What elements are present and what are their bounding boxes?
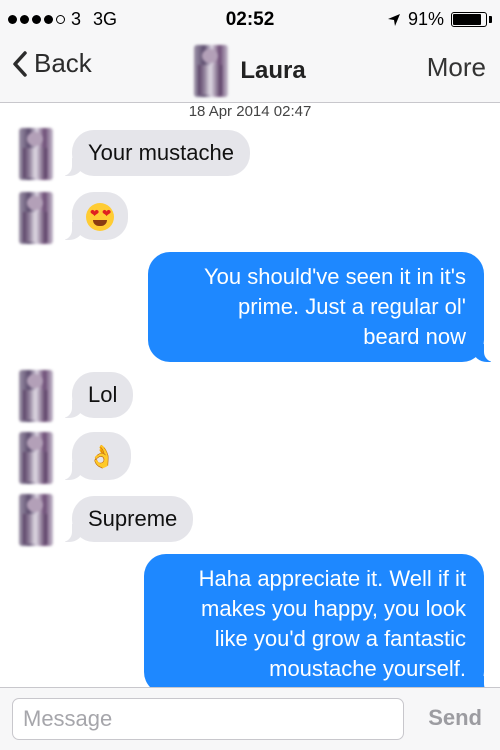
sender-avatar: [19, 128, 53, 180]
ok-hand-emoji-icon: 👌: [88, 444, 116, 470]
send-button[interactable]: Send: [428, 705, 482, 731]
message-line: beard now: [363, 324, 466, 349]
message-composer: Send: [0, 687, 500, 750]
message-line: moustache yourself.: [269, 656, 466, 681]
message-text: Lol: [88, 382, 118, 407]
more-button[interactable]: More: [427, 52, 486, 83]
incoming-message-bubble[interactable]: 👌: [59, 432, 132, 481]
incoming-message-bubble[interactable]: Your mustache: [60, 130, 250, 176]
message-text: Your mustache: [88, 140, 234, 165]
message-line: makes you happy, you look: [201, 596, 466, 621]
message-input[interactable]: [12, 698, 404, 740]
status-right-group: 91%: [387, 9, 492, 30]
outgoing-message-bubble[interactable]: You should've seen it in it's prime. Jus…: [148, 252, 496, 362]
contact-name: Laura: [240, 57, 306, 84]
conversation-timestamp: 18 Apr 2014 02:47: [188, 103, 312, 120]
message-line: prime. Just a regular ol': [238, 294, 466, 319]
outgoing-message-bubble[interactable]: Haha appreciate it. Well if it makes you…: [144, 554, 496, 694]
sender-avatar: [19, 370, 53, 422]
heart-eyes-emoji-icon: ❤ ❤: [86, 203, 114, 232]
sender-avatar: [19, 494, 53, 546]
location-arrow-icon: [387, 13, 400, 26]
incoming-message-bubble[interactable]: Lol: [59, 372, 134, 418]
battery-icon: [451, 12, 487, 27]
incoming-message-bubble[interactable]: Supreme: [59, 496, 194, 542]
message-line: Haha appreciate it. Well if it: [198, 566, 466, 591]
navigation-bar: Back Laura More: [0, 40, 500, 103]
sender-avatar: [19, 432, 53, 484]
message-line: You should've seen it in it's: [204, 264, 466, 289]
contact-header[interactable]: Laura: [0, 40, 500, 102]
battery-tip: [489, 16, 492, 23]
contact-avatar: [194, 45, 229, 97]
incoming-message-bubble[interactable]: ❤ ❤: [60, 192, 128, 241]
sender-avatar: [19, 192, 53, 244]
message-line: like you'd grow a fantastic: [214, 626, 466, 651]
message-text: Supreme: [88, 506, 178, 531]
battery-level: [453, 14, 481, 25]
status-bar: 3 3G 02:52 91%: [0, 0, 500, 40]
battery-percent: 91%: [407, 9, 444, 29]
